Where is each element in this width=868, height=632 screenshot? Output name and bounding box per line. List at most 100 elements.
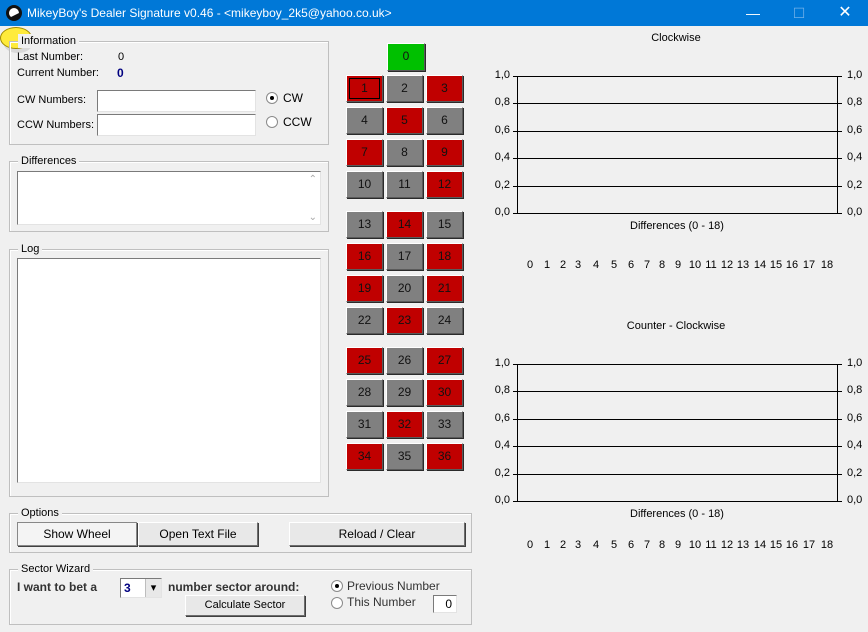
number-button[interactable]: 21	[426, 275, 463, 302]
x-tick-label: 15	[769, 539, 783, 551]
maximize-button[interactable]: ☐	[776, 0, 822, 26]
number-button[interactable]: 30	[426, 379, 463, 406]
x-tick-label: 7	[643, 259, 651, 271]
y-tick-mark-right	[838, 391, 842, 392]
this-number-label[interactable]: This Number	[347, 595, 416, 609]
number-button[interactable]: 9	[426, 139, 463, 166]
y-tick-label-right: 0,6	[847, 124, 863, 136]
x-tick-label: 3	[574, 539, 582, 551]
y-axis-right	[837, 364, 838, 502]
number-button[interactable]: 11	[386, 171, 423, 198]
ccw-radio-label[interactable]: CCW	[283, 115, 312, 129]
number-button[interactable]: 20	[386, 275, 423, 302]
cw-radio[interactable]	[266, 92, 278, 104]
title-bar[interactable]: MikeyBoy's Dealer Signature v0.46 - <mik…	[0, 0, 868, 26]
number-button[interactable]: 26	[386, 347, 423, 374]
x-tick-label: 17	[802, 539, 816, 551]
x-tick-label: 5	[610, 539, 618, 551]
gridline	[517, 213, 838, 214]
number-button[interactable]: 6	[426, 107, 463, 134]
y-tick-mark-right	[838, 446, 842, 447]
number-button[interactable]: 35	[386, 443, 423, 470]
cw-numbers-field[interactable]	[97, 90, 256, 112]
number-button[interactable]: 18	[426, 243, 463, 270]
scroll-down-icon[interactable]: ⌄	[309, 212, 317, 223]
number-button[interactable]: 3	[426, 75, 463, 102]
x-tick-label: 9	[674, 259, 682, 271]
number-button[interactable]: 19	[346, 275, 383, 302]
number-button[interactable]: 34	[346, 443, 383, 470]
y-tick-label-left: 0,0	[494, 206, 510, 218]
number-button[interactable]: 7	[346, 139, 383, 166]
x-tick-label: 10	[688, 259, 702, 271]
number-zero-button[interactable]: 0	[387, 43, 425, 71]
number-button[interactable]: 5	[386, 107, 423, 134]
number-button[interactable]: 28	[346, 379, 383, 406]
this-number-field[interactable]: 0	[433, 595, 457, 613]
y-tick-label-left: 0,4	[494, 439, 510, 451]
number-button[interactable]: 15	[426, 211, 463, 238]
show-wheel-button[interactable]: Show Wheel	[17, 522, 137, 546]
cw-numbers-label: CW Numbers:	[17, 94, 87, 106]
number-button[interactable]: 12	[426, 171, 463, 198]
gridline	[517, 364, 838, 365]
x-tick-label: 8	[658, 259, 666, 271]
number-button[interactable]: 4	[346, 107, 383, 134]
gridline	[517, 158, 838, 159]
differences-textarea[interactable]: ⌃ ⌄	[17, 171, 321, 225]
number-button[interactable]: 16	[346, 243, 383, 270]
minimize-button[interactable]: —	[730, 0, 776, 26]
x-axis-label: Differences (0 - 18)	[630, 220, 724, 232]
number-button[interactable]: 10	[346, 171, 383, 198]
log-textarea[interactable]	[17, 258, 321, 483]
x-tick-label: 13	[736, 539, 750, 551]
calculate-sector-button[interactable]: Calculate Sector	[185, 595, 305, 616]
x-tick-label: 1	[543, 539, 551, 551]
x-tick-label: 14	[753, 539, 767, 551]
x-tick-label: 8	[658, 539, 666, 551]
number-button[interactable]: 36	[426, 443, 463, 470]
y-tick-label-right: 0,0	[847, 206, 863, 218]
y-tick-label-right: 0,2	[847, 467, 863, 479]
open-text-file-button[interactable]: Open Text File	[138, 522, 258, 546]
number-button[interactable]: 33	[426, 411, 463, 438]
x-tick-label: 18	[820, 259, 834, 271]
dropdown-arrow-icon[interactable]: ▾	[145, 579, 161, 597]
ccw-radio[interactable]	[266, 116, 278, 128]
number-button[interactable]: 17	[386, 243, 423, 270]
number-button[interactable]: 13	[346, 211, 383, 238]
number-button[interactable]: 27	[426, 347, 463, 374]
y-tick-mark-right	[838, 186, 842, 187]
y-axis-left	[517, 364, 518, 502]
y-tick-label-left: 0,2	[494, 467, 510, 479]
last-number-label: Last Number:	[17, 51, 84, 63]
x-tick-label: 4	[592, 259, 600, 271]
scroll-up-icon[interactable]: ⌃	[309, 174, 317, 185]
number-button[interactable]: 23	[386, 307, 423, 334]
number-button[interactable]: 24	[426, 307, 463, 334]
x-tick-label: 16	[785, 259, 799, 271]
number-button[interactable]: 14	[386, 211, 423, 238]
close-button[interactable]: ✕	[822, 0, 868, 26]
options-legend: Options	[18, 506, 62, 520]
ccw-numbers-field[interactable]	[97, 114, 256, 136]
x-axis-label: Differences (0 - 18)	[630, 508, 724, 520]
previous-number-radio[interactable]	[331, 580, 343, 592]
number-button[interactable]: 25	[346, 347, 383, 374]
number-button[interactable]: 1	[346, 75, 383, 102]
y-tick-mark-right	[838, 213, 842, 214]
reload-clear-button[interactable]: Reload / Clear	[289, 522, 465, 546]
y-tick-label-left: 0,6	[494, 124, 510, 136]
number-button[interactable]: 32	[386, 411, 423, 438]
number-button[interactable]: 22	[346, 307, 383, 334]
cw-radio-label[interactable]: CW	[283, 91, 303, 105]
yin-yang-icon[interactable]	[6, 5, 22, 21]
number-button[interactable]: 2	[386, 75, 423, 102]
number-button[interactable]: 29	[386, 379, 423, 406]
previous-number-label[interactable]: Previous Number	[347, 579, 440, 593]
number-button[interactable]: 8	[386, 139, 423, 166]
number-button[interactable]: 31	[346, 411, 383, 438]
this-number-radio[interactable]	[331, 597, 343, 609]
sector-count-dropdown[interactable]: 3 ▾	[120, 578, 162, 598]
gridline	[517, 103, 838, 104]
